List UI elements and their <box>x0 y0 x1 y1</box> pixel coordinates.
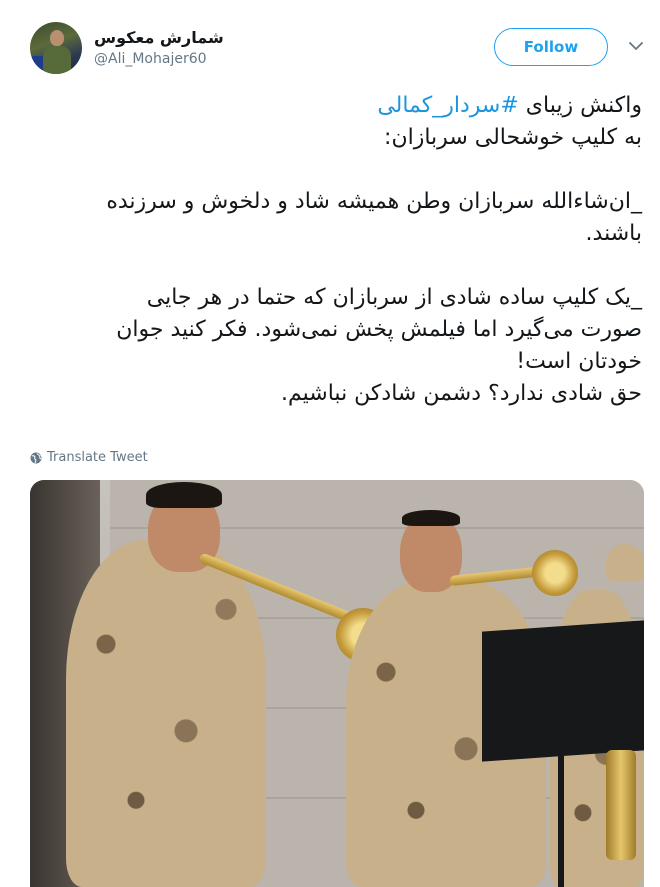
tweet-line: باشند. <box>585 221 642 246</box>
chevron-down-icon[interactable] <box>628 38 644 54</box>
video-media[interactable] <box>30 480 644 887</box>
soldier-hair <box>146 482 222 508</box>
follow-button[interactable]: Follow <box>494 28 608 66</box>
avatar-body-shape <box>43 46 71 74</box>
display-name[interactable]: شمارش معکوس <box>94 28 224 47</box>
globe-icon <box>30 452 42 463</box>
tweet-line: _یک کلیپ ساده شادی از سربازان که حتما در… <box>146 285 642 310</box>
hashtag-link[interactable]: #سردار_کمالی <box>377 93 518 118</box>
avatar[interactable] <box>30 22 82 74</box>
saxophone-shape <box>606 750 636 860</box>
tweet-line: _ان‌شاءالله سربازان وطن همیشه شاد و دلخو… <box>106 189 642 214</box>
tweet-text: واکنش زیبای #سردار_کمالی به کلیپ خوشحالی… <box>30 90 642 410</box>
soldier-hair <box>402 510 460 526</box>
trumpet-bell <box>532 550 578 596</box>
translate-tweet-link[interactable]: Translate Tweet <box>30 450 148 465</box>
soldier-cap <box>606 544 644 582</box>
avatar-head-shape <box>50 30 64 46</box>
user-handle[interactable]: @Ali_Mohajer60 <box>94 51 207 67</box>
soldier-figure <box>66 540 266 887</box>
tweet-line: به کلیپ خوشحالی سربازان: <box>384 125 642 150</box>
tweet-line: واکنش زیبای #سردار_کمالی <box>30 90 642 122</box>
tweet-line: خودتان است! <box>516 349 642 374</box>
translate-tweet-label[interactable]: Translate Tweet <box>47 450 148 465</box>
tweet-line: حق شادی ندارد؟ دشمن شادکن نباشیم. <box>281 381 642 406</box>
music-stand-pole <box>558 750 564 887</box>
music-stand <box>482 620 644 762</box>
tweet-text-segment: واکنش زیبای <box>518 93 642 118</box>
tweet-header: شمارش معکوس @Ali_Mohajer60 Follow <box>30 20 650 76</box>
tweet-line: صورت می‌گیرد اما فیلمش پخش نمی‌شود. فکر … <box>116 317 642 342</box>
